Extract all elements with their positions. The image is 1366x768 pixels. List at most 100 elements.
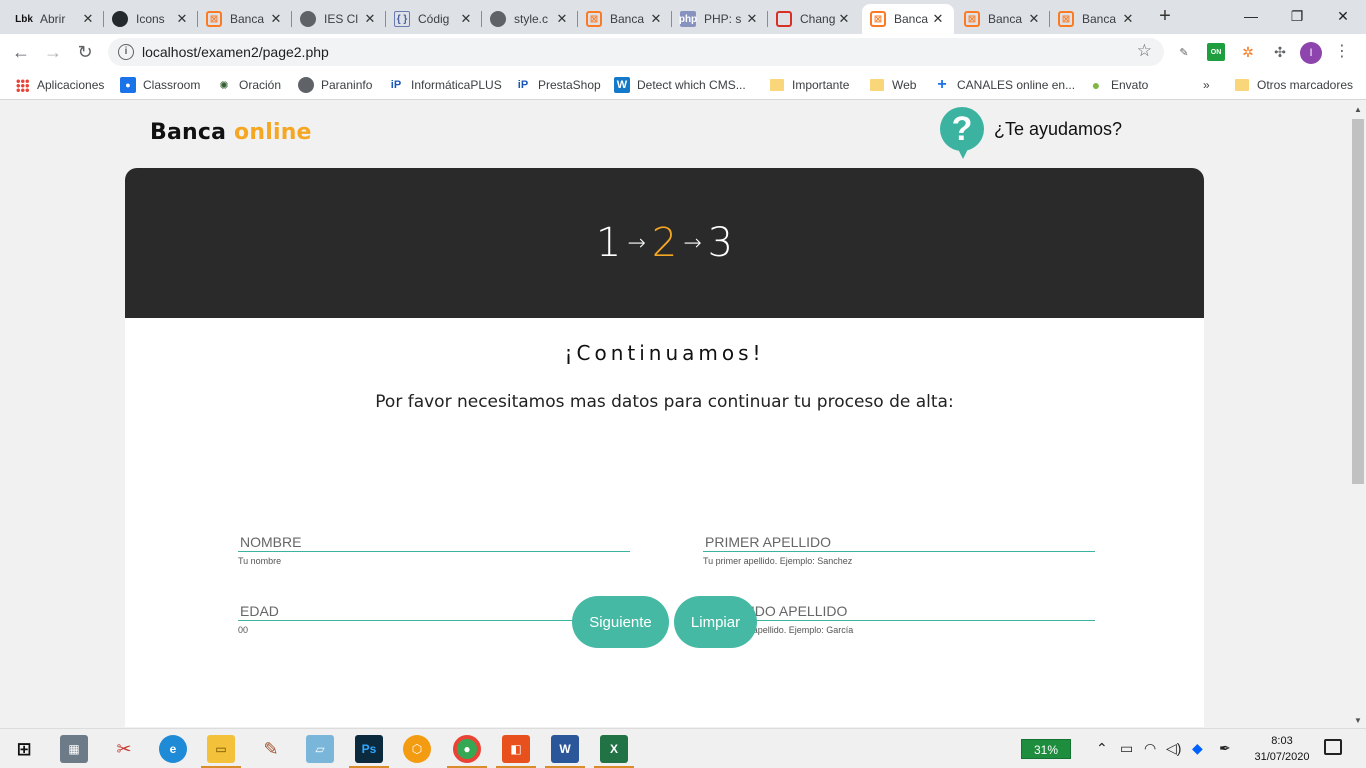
- close-tab-icon[interactable]: ✕: [80, 11, 96, 27]
- wifi-icon[interactable]: ◠: [1144, 740, 1156, 757]
- menu-icon[interactable]: ⋮: [1334, 41, 1350, 61]
- tab-title: Banca: [230, 12, 265, 26]
- browser-tab[interactable]: ⊠ Banca ✕: [956, 4, 1050, 34]
- bookmark-item[interactable]: ● Classroom: [120, 76, 200, 94]
- gear-extension-icon[interactable]: ✲: [1239, 43, 1257, 61]
- browser-tab[interactable]: Lbk Abrir ✕: [8, 4, 104, 34]
- arrow-right-icon: →: [627, 230, 646, 256]
- calculator-icon[interactable]: ▦: [60, 735, 88, 763]
- other-bookmarks-folder[interactable]: Otros marcadores: [1234, 76, 1353, 94]
- bookmark-star-icon[interactable]: ☆: [1137, 41, 1152, 61]
- scroll-up-icon[interactable]: ▲: [1354, 105, 1362, 114]
- close-tab-icon[interactable]: ✕: [268, 11, 284, 27]
- bookmark-item[interactable]: ● Envato: [1088, 76, 1149, 94]
- snipping-tool-icon[interactable]: ✂: [110, 735, 138, 763]
- browser-tab[interactable]: IES Cl ✕: [292, 4, 386, 34]
- bookmark-item[interactable]: Paraninfo: [298, 76, 372, 94]
- segundo-apellido-input[interactable]: [703, 601, 1095, 621]
- folder-icon: [769, 77, 785, 93]
- close-tab-icon[interactable]: ✕: [1120, 11, 1136, 27]
- browser-tab[interactable]: { } Códig ✕: [386, 4, 482, 34]
- wappalyzer-icon: W: [614, 77, 630, 93]
- dropbox-icon[interactable]: ◆: [1192, 740, 1203, 757]
- prestashop-icon: iP: [517, 79, 529, 91]
- info-icon[interactable]: i: [118, 44, 134, 60]
- reload-button[interactable]: ↻: [72, 39, 98, 65]
- word-icon[interactable]: W: [551, 735, 579, 763]
- avatar[interactable]: I: [1300, 42, 1322, 64]
- extensions-puzzle-icon[interactable]: ✣: [1271, 43, 1289, 61]
- bookmark-item[interactable]: Aplicaciones: [14, 76, 104, 94]
- system-clock[interactable]: 8:03 31/07/2020: [1250, 733, 1314, 765]
- browser-tab[interactable]: ⊠ Banca ✕: [1050, 4, 1144, 34]
- battery-icon[interactable]: ▭: [1120, 740, 1133, 757]
- bookmark-item[interactable]: iP InformáticaPLUS: [388, 76, 502, 94]
- bookmark-item[interactable]: iP PrestaShop: [515, 76, 601, 94]
- browser-tab[interactable]: Chang ✕: [768, 4, 860, 34]
- hexagon-app-icon[interactable]: ⬡: [403, 735, 431, 763]
- new-tab-button[interactable]: +: [1152, 5, 1178, 29]
- bookmark-item[interactable]: W Detect which CMS...: [614, 76, 746, 94]
- restore-button[interactable]: ❐: [1274, 0, 1320, 32]
- paint-icon[interactable]: ✎: [257, 735, 285, 763]
- close-tab-icon[interactable]: ✕: [554, 11, 570, 27]
- limpiar-button[interactable]: Limpiar: [674, 596, 757, 648]
- close-tab-icon[interactable]: ✕: [648, 11, 664, 27]
- close-tab-icon[interactable]: ✕: [362, 11, 378, 27]
- on-extension-icon[interactable]: ON: [1207, 43, 1225, 61]
- browser-tab[interactable]: php PHP: s ✕: [672, 4, 768, 34]
- file-explorer-icon[interactable]: ▭: [207, 735, 235, 763]
- pen-icon[interactable]: ✒: [1219, 740, 1231, 757]
- tab-title: Abrir: [40, 12, 66, 26]
- browser-toolbar: ← → ↻ i localhost/examen2/page2.php ☆ ✎ …: [0, 34, 1366, 70]
- back-button[interactable]: ←: [8, 39, 34, 65]
- folder-icon: [869, 77, 885, 93]
- close-tab-icon[interactable]: ✕: [174, 11, 190, 27]
- forward-button[interactable]: →: [40, 39, 66, 65]
- notes-icon[interactable]: ▱: [306, 735, 334, 763]
- site-logo[interactable]: Banca online: [150, 120, 312, 145]
- browser-tab[interactable]: ⊠ Banca ✕: [578, 4, 672, 34]
- battery-indicator[interactable]: 31%: [1021, 739, 1071, 759]
- bookmark-item[interactable]: + CANALES online en...: [934, 76, 1075, 94]
- edge-icon[interactable]: e: [159, 735, 187, 763]
- tab-title: IES Cl: [324, 12, 359, 26]
- close-window-button[interactable]: ✕: [1320, 0, 1366, 32]
- chrome-icon[interactable]: ●: [453, 735, 481, 763]
- question-icon: ?: [940, 107, 984, 159]
- tab-title: Banca: [894, 12, 929, 26]
- windows-start-icon[interactable]: ⊞: [10, 735, 38, 763]
- browser-tab[interactable]: Icons ✕: [104, 4, 198, 34]
- close-tab-icon[interactable]: ✕: [1026, 11, 1042, 27]
- primer-apellido-input[interactable]: [703, 532, 1095, 552]
- eyedropper-icon[interactable]: ✎: [1175, 43, 1193, 61]
- url-text[interactable]: localhost/examen2/page2.php: [142, 44, 329, 60]
- help-link[interactable]: ? ¿Te ayudamos?: [940, 107, 1122, 159]
- photoshop-icon[interactable]: Ps: [355, 735, 383, 763]
- scroll-down-icon[interactable]: ▼: [1354, 716, 1362, 725]
- siguiente-button[interactable]: Siguiente: [572, 596, 669, 648]
- page-scrollbar[interactable]: ▲ ▼: [1350, 101, 1366, 727]
- bookmark-folder[interactable]: Web: [869, 76, 916, 94]
- bookmark-folder[interactable]: Importante: [769, 76, 849, 94]
- close-tab-icon[interactable]: ✕: [458, 11, 474, 27]
- address-bar[interactable]: i localhost/examen2/page2.php ☆: [108, 38, 1164, 66]
- bookmark-item[interactable]: ✺ Oración: [216, 76, 281, 94]
- scrollbar-thumb[interactable]: [1352, 119, 1364, 484]
- office-icon[interactable]: ◧: [502, 735, 530, 763]
- close-tab-icon[interactable]: ✕: [836, 11, 852, 27]
- browser-tab[interactable]: style.c ✕: [482, 4, 578, 34]
- notifications-icon[interactable]: [1324, 739, 1342, 755]
- close-tab-icon[interactable]: ✕: [930, 11, 946, 27]
- bookmarks-overflow-button[interactable]: »: [1203, 76, 1210, 94]
- close-tab-icon[interactable]: ✕: [744, 11, 760, 27]
- minimize-button[interactable]: —: [1228, 0, 1274, 32]
- nombre-input[interactable]: [238, 532, 630, 552]
- excel-icon[interactable]: X: [600, 735, 628, 763]
- browser-tab-active[interactable]: ⊠ Banca ✕: [862, 4, 954, 34]
- segundo-apellido-field-group: Tu segundo apellido. Ejemplo: García: [703, 601, 1095, 635]
- browser-tab[interactable]: ⊠ Banca ✕: [198, 4, 292, 34]
- segundo-apellido-hint: Tu segundo apellido. Ejemplo: García: [703, 625, 854, 635]
- chevron-up-icon[interactable]: ⌃: [1096, 740, 1108, 757]
- volume-icon[interactable]: ◁): [1166, 740, 1181, 757]
